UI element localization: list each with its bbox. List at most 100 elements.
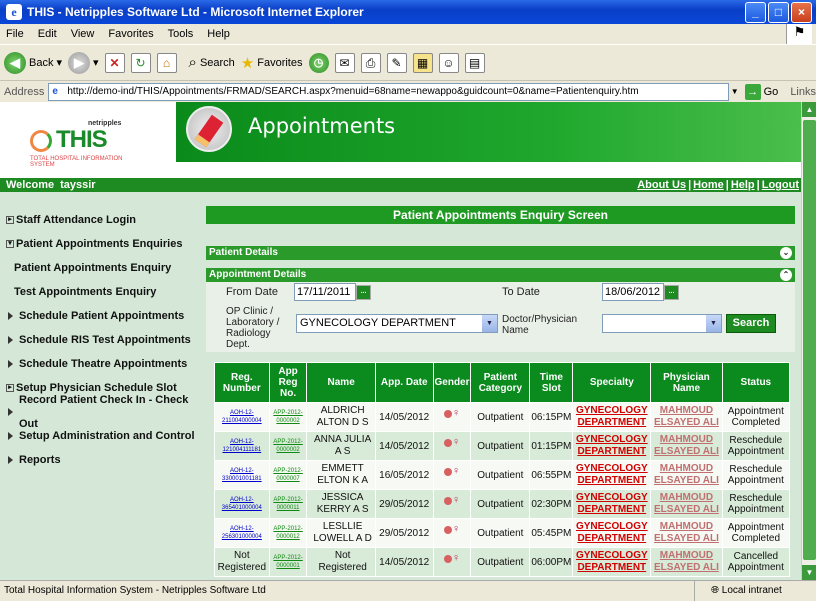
window-titlebar: e THIS - Netripples Software Ltd - Micro… [0, 0, 816, 24]
reg-number-link[interactable]: AOH-12-365401000004 [215, 496, 269, 512]
sidebar-item-schedule-ris[interactable]: Schedule RIS Test Appointments [0, 328, 200, 352]
physician-link[interactable]: MAHMOUD ELSAYED ALI [654, 434, 719, 457]
sidebar-item-schedule-theatre[interactable]: Schedule Theatre Appointments [0, 352, 200, 376]
from-date-calendar-button[interactable]: ... [356, 285, 371, 300]
physician-link[interactable]: MAHMOUD ELSAYED ALI [654, 492, 719, 515]
menu-edit[interactable]: Edit [38, 28, 57, 40]
chevron-up-icon[interactable]: ⌃ [780, 269, 792, 281]
logout-link[interactable]: Logout [762, 179, 799, 191]
from-date-input[interactable]: 17/11/2011 [294, 283, 356, 301]
history-icon[interactable]: ◷ [308, 52, 329, 73]
zone-label: Local intranet [721, 585, 782, 596]
app-reg-link[interactable]: APP-2012-0000007 [270, 467, 307, 483]
app-reg-link[interactable]: APP-2012-0000002 [270, 409, 307, 425]
specialty-link[interactable]: GYNECOLOGY DEPARTMENT [576, 434, 648, 457]
sidebar-item-staff-attendance[interactable]: ▸ Staff Attendance Login [0, 208, 200, 232]
help-link[interactable]: Help [731, 179, 755, 191]
messenger-icon[interactable]: ☺ [438, 52, 459, 73]
triangle-right-icon [8, 432, 13, 440]
vertical-scrollbar[interactable]: ▲ ▼ [801, 102, 816, 580]
links-button[interactable]: Links [790, 86, 816, 98]
reg-number-link[interactable]: AOH-12-211004000004 [215, 409, 269, 425]
search-submit-button[interactable]: Search [726, 314, 776, 333]
sidebar-item-appointments-enquiries[interactable]: ▾ Patient Appointments Enquiries [0, 232, 200, 256]
physician-link[interactable]: MAHMOUD ELSAYED ALI [654, 405, 719, 428]
address-dropdown-icon[interactable]: ▼ [731, 87, 739, 96]
appointment-details-header[interactable]: Appointment Details ⌃ [206, 268, 795, 282]
to-date-calendar-button[interactable]: ... [664, 285, 679, 300]
discuss-icon[interactable]: ▦ [412, 52, 433, 73]
menu-favorites[interactable]: Favorites [108, 28, 153, 40]
favorites-button[interactable]: ★ Favorites [241, 54, 303, 72]
specialty-link[interactable]: GYNECOLOGY DEPARTMENT [576, 521, 648, 544]
specialty-link[interactable]: GYNECOLOGY DEPARTMENT [576, 405, 648, 428]
forward-button[interactable]: ▶ ▾ [68, 51, 99, 74]
research-icon[interactable]: ▤ [464, 52, 485, 73]
stop-icon[interactable]: ✕ [104, 52, 125, 73]
sidebar-item-schedule-patient[interactable]: Schedule Patient Appointments [0, 304, 200, 328]
logo-subtitle: TOTAL HOSPITAL INFORMATION SYSTEM [30, 156, 123, 168]
menu-tools[interactable]: Tools [168, 28, 194, 40]
specialty-link[interactable]: GYNECOLOGY DEPARTMENT [576, 463, 648, 486]
menu-file[interactable]: File [6, 28, 24, 40]
column-header: Reg. Number [214, 362, 270, 403]
physician-link[interactable]: MAHMOUD ELSAYED ALI [654, 550, 719, 573]
menu-help[interactable]: Help [207, 28, 230, 40]
physician-link[interactable]: MAHMOUD ELSAYED ALI [654, 463, 719, 486]
specialty-link[interactable]: GYNECOLOGY DEPARTMENT [576, 492, 648, 515]
close-button[interactable]: × [791, 2, 812, 23]
app-date: 14/05/2012 [374, 547, 434, 577]
female-patient-icon [444, 523, 460, 539]
chevron-down-icon: ▼ [482, 315, 497, 332]
scroll-up-icon[interactable]: ▲ [802, 102, 816, 117]
physician-link[interactable]: MAHMOUD ELSAYED ALI [654, 521, 719, 544]
doctor-select[interactable]: ▼ [602, 314, 722, 333]
about-us-link[interactable]: About Us [637, 179, 686, 191]
back-button[interactable]: ◀ Back ▾ [4, 51, 62, 74]
patient-details-header[interactable]: Patient Details ⌄ [206, 246, 795, 260]
sidebar-item-check-in-out[interactable]: Record Patient Check In - Check Out [0, 394, 200, 430]
scroll-down-icon[interactable]: ▼ [802, 565, 816, 580]
app-reg-link[interactable]: APP-2012-0000012 [270, 525, 307, 541]
female-patient-icon [444, 465, 460, 481]
address-input[interactable]: http://demo-ind/THIS/Appointments/FRMAD/… [48, 82, 729, 101]
sidebar-item-test-appointments-enquiry[interactable]: Test Appointments Enquiry [0, 280, 200, 304]
specialty-link[interactable]: GYNECOLOGY DEPARTMENT [576, 550, 648, 573]
go-label: Go [763, 85, 779, 98]
app-date: 16/05/2012 [374, 460, 434, 490]
welcome-label: Welcome [6, 179, 55, 191]
ie-logo-icon: e [6, 4, 22, 20]
app-reg-link[interactable]: APP-2012-0000002 [270, 438, 307, 454]
status: Reschedule Appointment [721, 460, 791, 490]
mail-icon[interactable]: ✉ [334, 52, 355, 73]
chevron-down-icon[interactable]: ⌄ [780, 247, 792, 259]
reg-number-link[interactable]: AOH-12-256301000004 [215, 525, 269, 541]
time-slot: 01:15PM [529, 431, 574, 461]
search-button[interactable]: ⌕ Search [189, 54, 235, 71]
print-icon[interactable]: ⎙ [360, 52, 381, 73]
window-title: THIS - Netripples Software Ltd - Microso… [27, 5, 364, 19]
sidebar-item-reports[interactable]: Reports [0, 448, 200, 472]
chevron-down-icon: ▼ [706, 315, 721, 332]
menu-view[interactable]: View [71, 28, 95, 40]
scrollbar-thumb[interactable] [803, 120, 816, 560]
app-reg-link[interactable]: APP-2012-0000011 [270, 496, 307, 512]
back-arrow-icon: ◀ [4, 51, 26, 74]
home-link[interactable]: Home [693, 179, 724, 191]
sidebar-item-patient-appointments-enquiry[interactable]: Patient Appointments Enquiry [0, 256, 200, 280]
reg-number-link[interactable]: AOH-12-330001001181 [215, 467, 269, 483]
sidebar-item-administration[interactable]: Setup Administration and Control [0, 424, 200, 448]
sidebar: ▸ Staff Attendance Login ▾ Patient Appoint… [0, 208, 200, 472]
edit-icon[interactable]: ✎ [386, 52, 407, 73]
refresh-icon[interactable]: ↻ [130, 52, 151, 73]
home-icon[interactable]: ⌂ [156, 52, 177, 73]
clinic-select[interactable]: GYNECOLOGY DEPARTMENT ▼ [296, 314, 498, 333]
status: Reschedule Appointment [721, 431, 791, 461]
minimize-button[interactable]: _ [745, 2, 766, 23]
maximize-button[interactable]: □ [768, 2, 789, 23]
to-date-input[interactable]: 18/06/2012 [602, 283, 664, 301]
reg-number-link[interactable]: AOH-12-121004111181 [215, 438, 269, 454]
logo-swirl-icon [30, 130, 52, 152]
app-reg-link[interactable]: APP-2012-0000001 [270, 554, 307, 570]
go-button[interactable]: → Go [744, 83, 779, 100]
